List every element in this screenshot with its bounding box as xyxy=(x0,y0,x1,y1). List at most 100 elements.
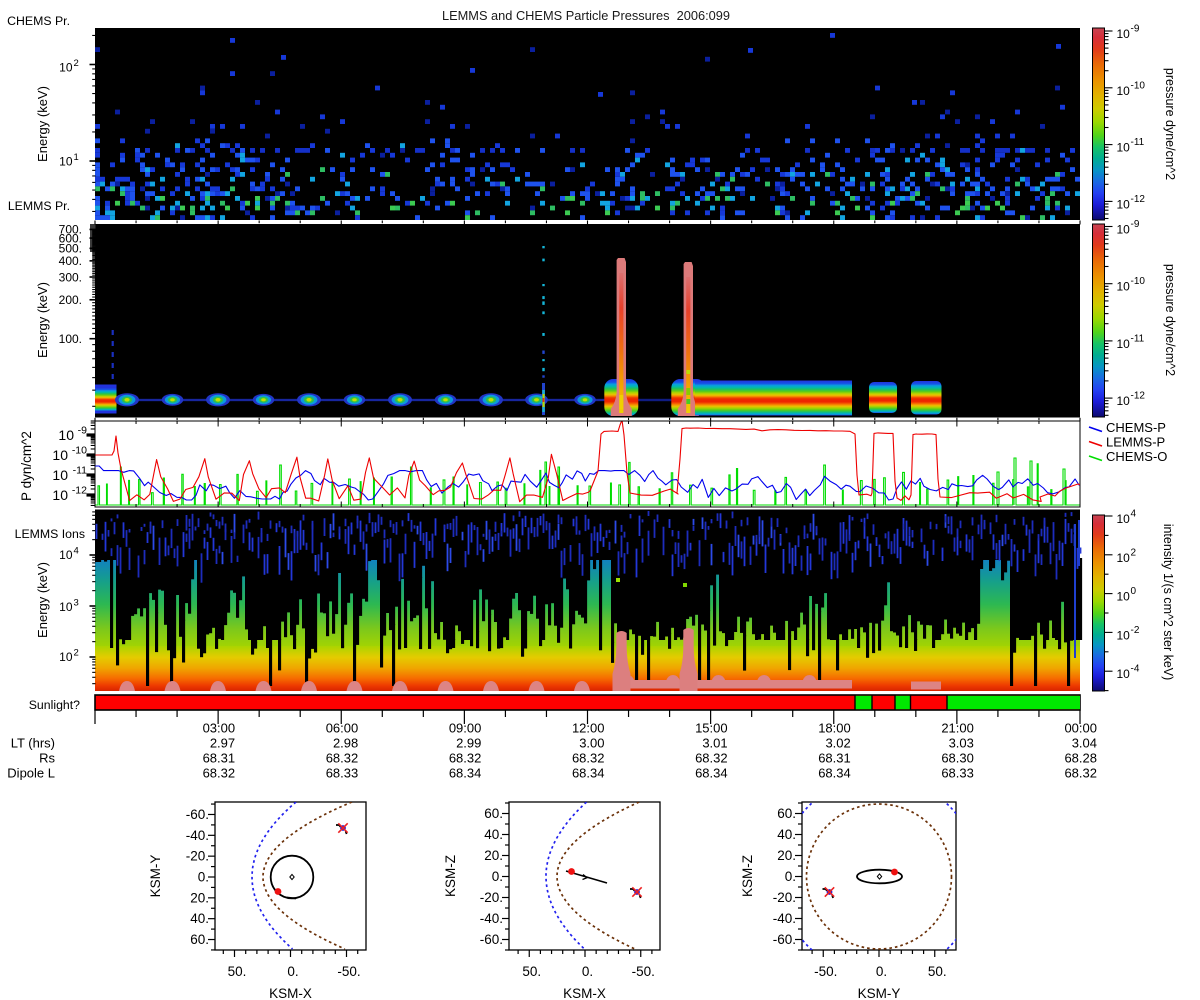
svg-text:50.: 50. xyxy=(928,964,947,979)
svg-text:-9: -9 xyxy=(1131,219,1140,230)
svg-text:20.: 20. xyxy=(777,848,796,863)
svg-text:-12: -12 xyxy=(1131,391,1146,402)
svg-text:60.: 60. xyxy=(190,932,209,947)
svg-text:10: 10 xyxy=(52,467,68,483)
svg-text:pressure dyne/cm^2: pressure dyne/cm^2 xyxy=(1163,264,1177,376)
svg-text:LEMMS-P: LEMMS-P xyxy=(1106,435,1165,450)
svg-text:Energy (keV): Energy (keV) xyxy=(35,86,50,162)
svg-text:-40.: -40. xyxy=(480,911,503,926)
svg-text:-60.: -60. xyxy=(480,932,503,947)
svg-text:Energy (keV): Energy (keV) xyxy=(35,282,50,358)
svg-text:Rs: Rs xyxy=(39,751,55,766)
svg-text:10: 10 xyxy=(1117,337,1131,351)
svg-text:KSM-X: KSM-X xyxy=(269,986,312,1000)
svg-text:10: 10 xyxy=(1117,223,1131,237)
svg-text:68.33: 68.33 xyxy=(941,766,974,781)
svg-text:CHEMS Pr.: CHEMS Pr. xyxy=(7,14,70,28)
svg-text:LT (hrs): LT (hrs) xyxy=(11,736,55,751)
svg-text:00:00: 00:00 xyxy=(1064,721,1097,736)
svg-text:KSM-Z: KSM-Z xyxy=(443,855,458,897)
svg-text:-10: -10 xyxy=(1131,276,1146,287)
svg-text:10: 10 xyxy=(58,427,74,443)
svg-text:-50.: -50. xyxy=(632,964,655,979)
svg-text:09:00: 09:00 xyxy=(449,721,482,736)
svg-text:68.30: 68.30 xyxy=(941,751,974,766)
svg-text:50.: 50. xyxy=(522,964,541,979)
svg-text:2: 2 xyxy=(1131,547,1137,558)
svg-text:pressure dyne/cm^2: pressure dyne/cm^2 xyxy=(1163,68,1177,180)
svg-text:10: 10 xyxy=(1117,394,1131,408)
svg-text:-20.: -20. xyxy=(773,890,796,905)
svg-text:0.: 0. xyxy=(492,869,503,884)
svg-text:4: 4 xyxy=(1131,509,1137,520)
svg-text:40.: 40. xyxy=(777,827,796,842)
svg-text:4: 4 xyxy=(74,546,79,557)
svg-text:-50.: -50. xyxy=(337,964,360,979)
svg-text:10: 10 xyxy=(1117,197,1131,211)
svg-text:CHEMS-P: CHEMS-P xyxy=(1106,420,1166,435)
svg-text:68.32: 68.32 xyxy=(449,751,482,766)
svg-text:KSM-Z: KSM-Z xyxy=(740,855,755,897)
svg-text:68.34: 68.34 xyxy=(572,766,605,781)
svg-text:0.: 0. xyxy=(785,869,796,884)
svg-text:12:00: 12:00 xyxy=(572,721,605,736)
svg-text:10: 10 xyxy=(59,650,73,664)
svg-text:-10: -10 xyxy=(1131,80,1146,91)
svg-text:68.32: 68.32 xyxy=(203,766,236,781)
svg-text:-9: -9 xyxy=(1131,24,1140,35)
svg-text:400.: 400. xyxy=(59,254,82,268)
svg-text:-4: -4 xyxy=(1131,664,1140,675)
svg-text:68.33: 68.33 xyxy=(326,766,359,781)
svg-text:-50.: -50. xyxy=(814,964,837,979)
svg-text:0.: 0. xyxy=(876,964,887,979)
svg-text:-11: -11 xyxy=(73,465,88,477)
svg-text:10: 10 xyxy=(52,447,68,463)
svg-text:-12: -12 xyxy=(1131,194,1146,205)
svg-text:10: 10 xyxy=(59,61,73,75)
svg-text:-40.: -40. xyxy=(186,828,209,843)
svg-text:06:00: 06:00 xyxy=(326,721,359,736)
svg-text:10: 10 xyxy=(1117,280,1131,294)
svg-text:3.01: 3.01 xyxy=(702,736,727,751)
svg-text:LEMMS Pr.: LEMMS Pr. xyxy=(8,199,70,213)
svg-text:100.: 100. xyxy=(59,332,82,346)
svg-text:2.98: 2.98 xyxy=(333,736,358,751)
svg-text:03:00: 03:00 xyxy=(203,721,236,736)
svg-text:-11: -11 xyxy=(1131,137,1145,148)
svg-text:10: 10 xyxy=(1117,590,1131,604)
svg-text:CHEMS-O: CHEMS-O xyxy=(1106,449,1167,464)
svg-text:15:00: 15:00 xyxy=(695,721,728,736)
svg-text:10: 10 xyxy=(1117,27,1131,41)
svg-text:68.34: 68.34 xyxy=(449,766,482,781)
svg-text:KSM-Y: KSM-Y xyxy=(858,986,901,1000)
svg-text:LEMMS and CHEMS Particle Press: LEMMS and CHEMS Particle Pressures 2006:… xyxy=(442,8,730,23)
svg-text:40.: 40. xyxy=(190,911,209,926)
svg-text:200.: 200. xyxy=(59,293,82,307)
svg-text:KSM-X: KSM-X xyxy=(563,986,606,1000)
svg-text:Energy (keV): Energy (keV) xyxy=(35,562,50,638)
svg-text:3.03: 3.03 xyxy=(949,736,974,751)
svg-text:LEMMS Ions: LEMMS Ions xyxy=(15,527,85,541)
svg-text:1: 1 xyxy=(74,152,79,163)
svg-text:-2: -2 xyxy=(1131,625,1140,636)
svg-text:-40.: -40. xyxy=(773,911,796,926)
svg-text:0.: 0. xyxy=(582,964,593,979)
svg-text:300.: 300. xyxy=(59,270,82,284)
svg-text:68.32: 68.32 xyxy=(1064,766,1097,781)
svg-text:2.97: 2.97 xyxy=(210,736,235,751)
svg-text:68.31: 68.31 xyxy=(203,751,236,766)
svg-text:0: 0 xyxy=(1131,586,1137,597)
svg-text:60.: 60. xyxy=(777,806,796,821)
svg-text:10: 10 xyxy=(1117,667,1131,681)
svg-text:-20.: -20. xyxy=(186,849,209,864)
svg-text:Dipole L: Dipole L xyxy=(7,766,55,781)
svg-text:68.28: 68.28 xyxy=(1064,751,1097,766)
svg-text:10: 10 xyxy=(1117,551,1131,565)
svg-text:20.: 20. xyxy=(484,848,503,863)
svg-text:KSM-Y: KSM-Y xyxy=(148,855,163,898)
svg-text:10: 10 xyxy=(59,155,73,169)
svg-text:2: 2 xyxy=(74,58,79,69)
svg-text:40.: 40. xyxy=(484,827,503,842)
svg-text:10: 10 xyxy=(52,487,68,503)
svg-text:3.04: 3.04 xyxy=(1072,736,1097,751)
